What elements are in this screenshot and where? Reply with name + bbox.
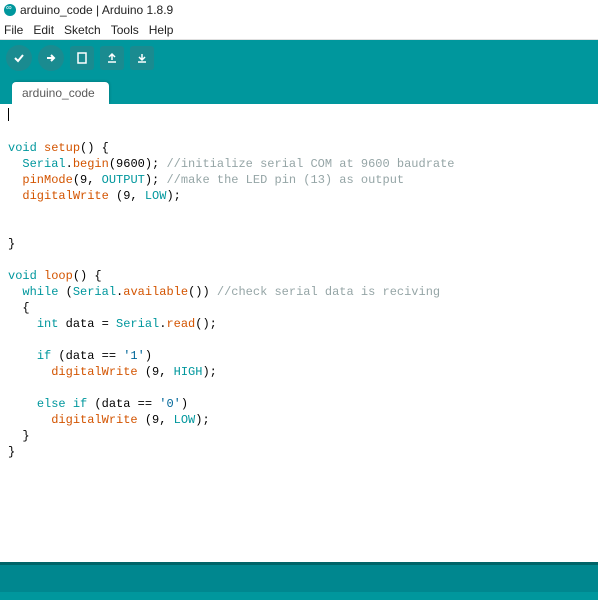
menu-edit[interactable]: Edit (33, 23, 54, 37)
text-cursor (8, 108, 9, 121)
window-title: arduino_code | Arduino 1.8.9 (20, 3, 173, 17)
verify-button[interactable] (6, 45, 32, 71)
window-titlebar: arduino_code | Arduino 1.8.9 (0, 0, 598, 20)
tab-bar: arduino_code (0, 76, 598, 104)
new-sketch-button[interactable] (70, 46, 94, 70)
open-sketch-button[interactable] (100, 46, 124, 70)
tab-arduino-code[interactable]: arduino_code (12, 82, 109, 104)
menu-tools[interactable]: Tools (111, 23, 139, 37)
menu-file[interactable]: File (4, 23, 23, 37)
arduino-logo-icon (4, 4, 16, 16)
upload-button[interactable] (38, 45, 64, 71)
menu-help[interactable]: Help (149, 23, 174, 37)
menu-sketch[interactable]: Sketch (64, 23, 101, 37)
save-sketch-button[interactable] (130, 46, 154, 70)
code-editor[interactable]: void setup() { Serial.begin(9600); //ini… (0, 104, 598, 562)
toolbar (0, 40, 598, 76)
tab-label: arduino_code (22, 86, 95, 100)
console-area (0, 592, 598, 600)
status-bar (0, 562, 598, 592)
menubar: File Edit Sketch Tools Help (0, 20, 598, 40)
